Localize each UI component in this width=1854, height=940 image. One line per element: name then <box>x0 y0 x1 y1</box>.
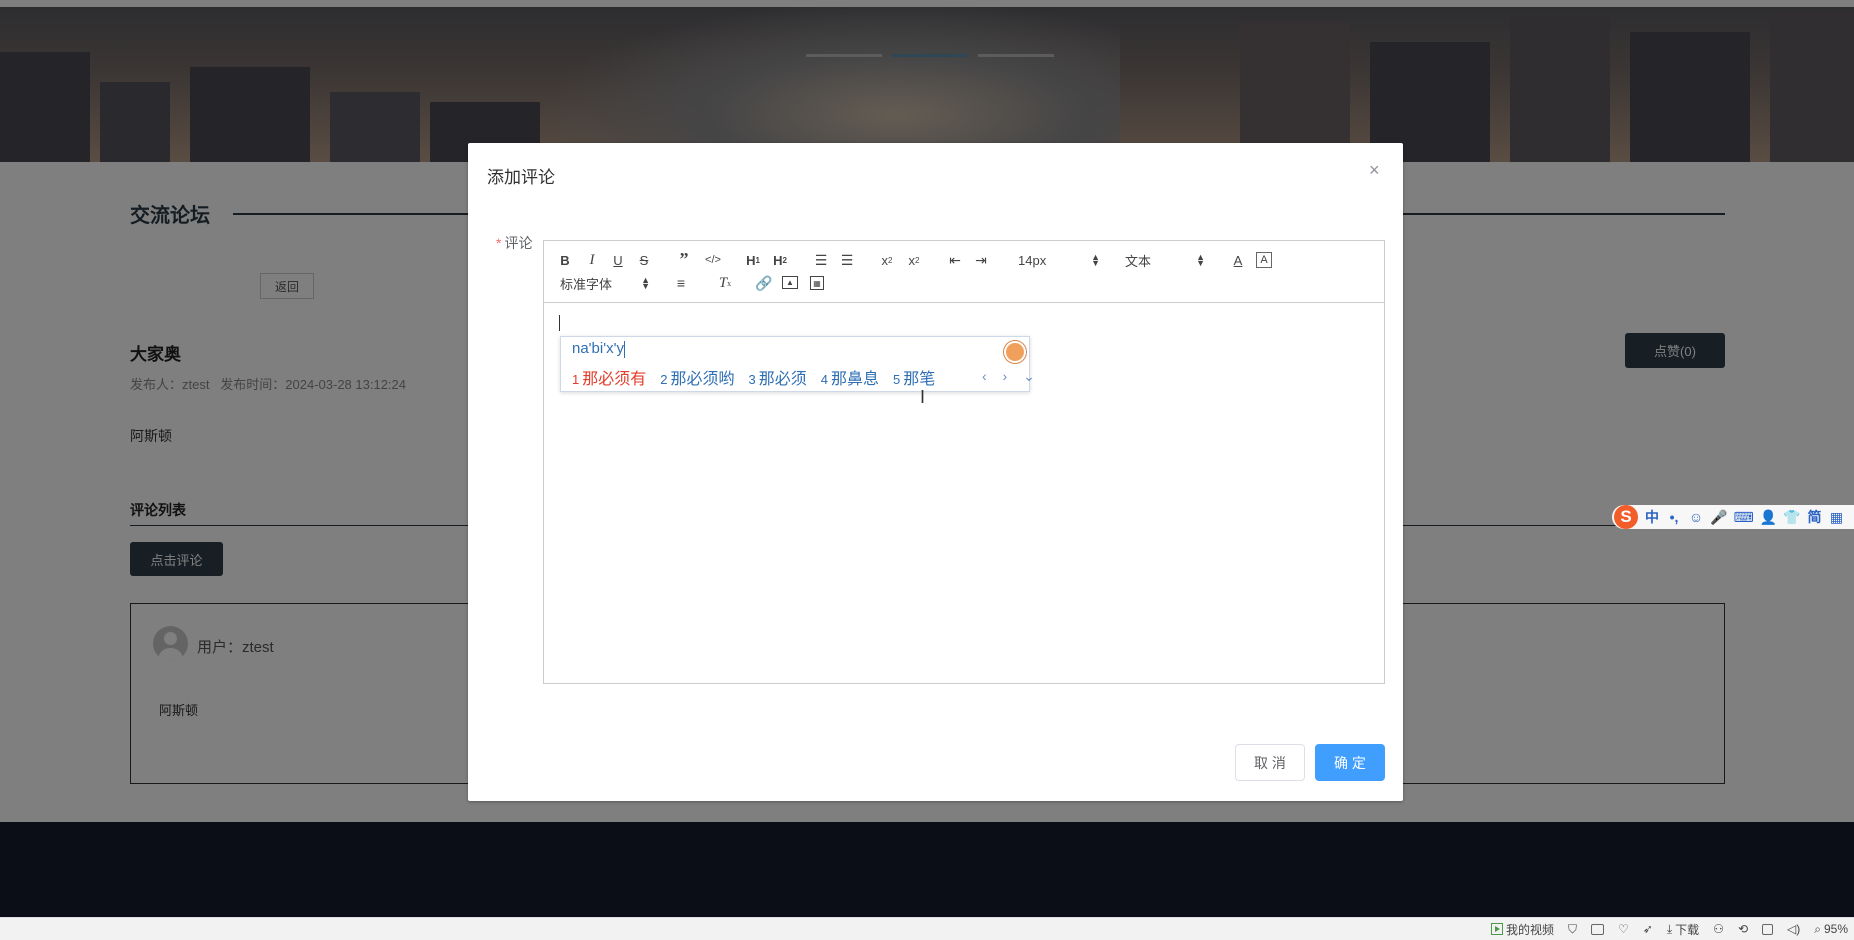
ordered-list-icon[interactable]: ☰ <box>812 252 830 268</box>
user-icon[interactable]: 👤 <box>1760 509 1777 526</box>
voice-icon[interactable]: 🎤 <box>1710 509 1727 526</box>
link-icon[interactable]: 🔗 <box>755 275 773 291</box>
strikethrough-icon[interactable]: S <box>637 252 651 268</box>
field-label-text: 评论 <box>504 235 533 251</box>
ime-candidate[interactable]: 1 那必须有 <box>572 365 646 389</box>
indent-icon[interactable]: ⇥ <box>972 252 990 268</box>
rocket-icon[interactable]: ➶ <box>1643 922 1653 936</box>
ime-skin-icon[interactable] <box>1004 341 1026 363</box>
ime-composition: na'bi'x'y <box>572 340 624 357</box>
font-family-value: 标准字体 <box>560 276 613 292</box>
mouse-ibeam-icon: I <box>920 387 926 407</box>
ime-status-bar[interactable]: S 中 •, ☺ 🎤 ⌨ 👤 👕 简 ▦ <box>1612 505 1854 529</box>
font-family-select[interactable]: 标准字体 ▲ ▼ <box>560 274 650 292</box>
browser-status-bar: 我的视频 ⛉ ♡ ➶ ⤓ 下载 ⚇ ⟲ ◁) ⌕ 95% <box>0 917 1854 940</box>
ime-mode-chinese[interactable]: 中 <box>1644 507 1660 527</box>
ime-candidate[interactable]: 3 那必须 <box>749 365 807 389</box>
blockquote-icon[interactable]: ” <box>676 249 692 269</box>
superscript-icon[interactable]: x2 <box>905 252 923 268</box>
simplified-chinese-toggle[interactable]: 简 <box>1807 507 1823 527</box>
glasses-icon[interactable]: ⚇ <box>1713 922 1724 936</box>
ime-page-nav-icon[interactable]: ‹ › ⌄ <box>982 368 1041 385</box>
select-arrows-icon: ▲ ▼ <box>1091 252 1100 268</box>
video-play-icon <box>1490 923 1503 935</box>
window-icon[interactable] <box>1762 923 1773 935</box>
toolbar-divider <box>544 302 1384 303</box>
confirm-button[interactable]: 确 定 <box>1315 744 1385 781</box>
subscript-icon[interactable]: x2 <box>878 252 896 268</box>
select-arrows-icon: ▲ ▼ <box>1196 252 1205 268</box>
ime-caret <box>624 341 625 358</box>
clear-format-icon[interactable]: Tx <box>716 275 734 291</box>
outdent-icon[interactable]: ⇤ <box>946 252 964 268</box>
bullet-list-icon[interactable]: ☰ <box>838 252 856 268</box>
header-select[interactable]: 文本 ▲ ▼ <box>1125 251 1205 269</box>
close-icon[interactable]: × <box>1369 160 1380 181</box>
sound-icon[interactable]: ◁) <box>1787 922 1800 936</box>
skin-icon[interactable]: 👕 <box>1783 509 1800 526</box>
font-color-icon[interactable]: A <box>1230 252 1246 268</box>
comment-field-label: * 评论 <box>496 233 532 253</box>
select-arrows-icon: ▲ ▼ <box>641 275 650 291</box>
dialog-title: 添加评论 <box>487 168 555 187</box>
underline-icon[interactable]: U <box>611 252 625 268</box>
text-cursor <box>559 315 560 331</box>
download-icon: ⤓ <box>1666 921 1673 936</box>
toolbox-icon[interactable]: ▦ <box>1829 509 1845 526</box>
required-mark: * <box>496 235 502 251</box>
health-icon[interactable]: ♡ <box>1618 922 1629 936</box>
download-button[interactable]: ⤓ 下载 <box>1667 921 1699 938</box>
code-block-icon[interactable]: </> <box>703 252 723 268</box>
cancel-button[interactable]: 取 消 <box>1235 744 1305 781</box>
header-value: 文本 <box>1125 253 1152 269</box>
italic-icon[interactable]: I <box>585 252 599 268</box>
sogou-logo-icon[interactable]: S <box>1614 505 1638 529</box>
ime-candidate[interactable]: 2 那必须哟 <box>660 365 734 389</box>
font-size-select[interactable]: 14px ▲ ▼ <box>1018 251 1100 269</box>
ime-candidate[interactable]: 4 那鼻息 <box>821 365 879 389</box>
my-video-button[interactable]: 我的视频 <box>1490 921 1554 938</box>
emoji-icon[interactable]: ☺ <box>1688 509 1704 525</box>
rich-text-editor[interactable] <box>543 240 1385 684</box>
ime-candidate-list: 1 那必须有 2 那必须哟 3 那必须 4 那鼻息 5 那笔 <box>572 365 935 389</box>
image-icon[interactable]: ▲ <box>782 276 798 289</box>
header2-icon[interactable]: H2 <box>770 252 790 268</box>
screenshot-icon[interactable] <box>1591 923 1605 935</box>
background-color-icon[interactable]: A <box>1256 252 1272 268</box>
align-icon[interactable]: ≡ <box>673 275 689 291</box>
keyboard-icon[interactable]: ⌨ <box>1733 509 1753 526</box>
ime-candidate[interactable]: 5 那笔 <box>893 365 935 389</box>
punctuation-icon[interactable]: •, <box>1666 509 1682 525</box>
font-size-value: 14px <box>1018 252 1047 268</box>
translate-icon[interactable]: ⟲ <box>1738 922 1748 936</box>
zoom-icon: ⌕ <box>1814 921 1821 936</box>
shield-icon[interactable]: ⛉ <box>1568 922 1577 937</box>
bold-icon[interactable]: B <box>558 252 572 268</box>
video-icon[interactable]: ▦ <box>810 276 824 290</box>
zoom-control[interactable]: ⌕ 95% <box>1814 922 1848 937</box>
header1-icon[interactable]: H1 <box>743 252 763 268</box>
